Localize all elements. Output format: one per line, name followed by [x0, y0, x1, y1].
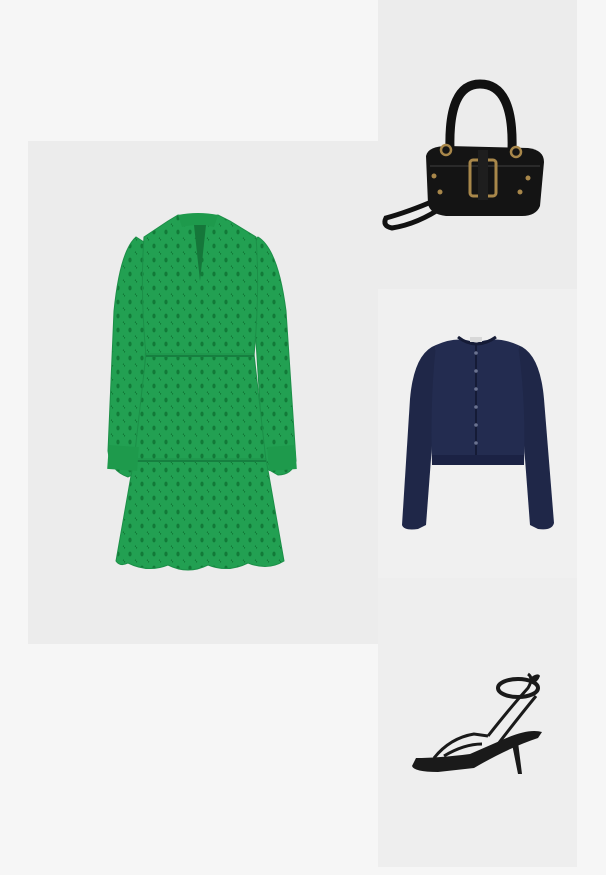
dress-product-image	[107, 213, 297, 571]
cardigan-product-image	[402, 335, 554, 530]
sandal-product-image	[412, 672, 542, 774]
product-tile-dress[interactable]	[28, 141, 378, 644]
handbag-product-image	[382, 79, 544, 231]
product-tile-handbag[interactable]	[378, 0, 577, 289]
product-tile-cardigan[interactable]	[378, 289, 577, 578]
product-tile-sandal[interactable]	[378, 578, 577, 867]
